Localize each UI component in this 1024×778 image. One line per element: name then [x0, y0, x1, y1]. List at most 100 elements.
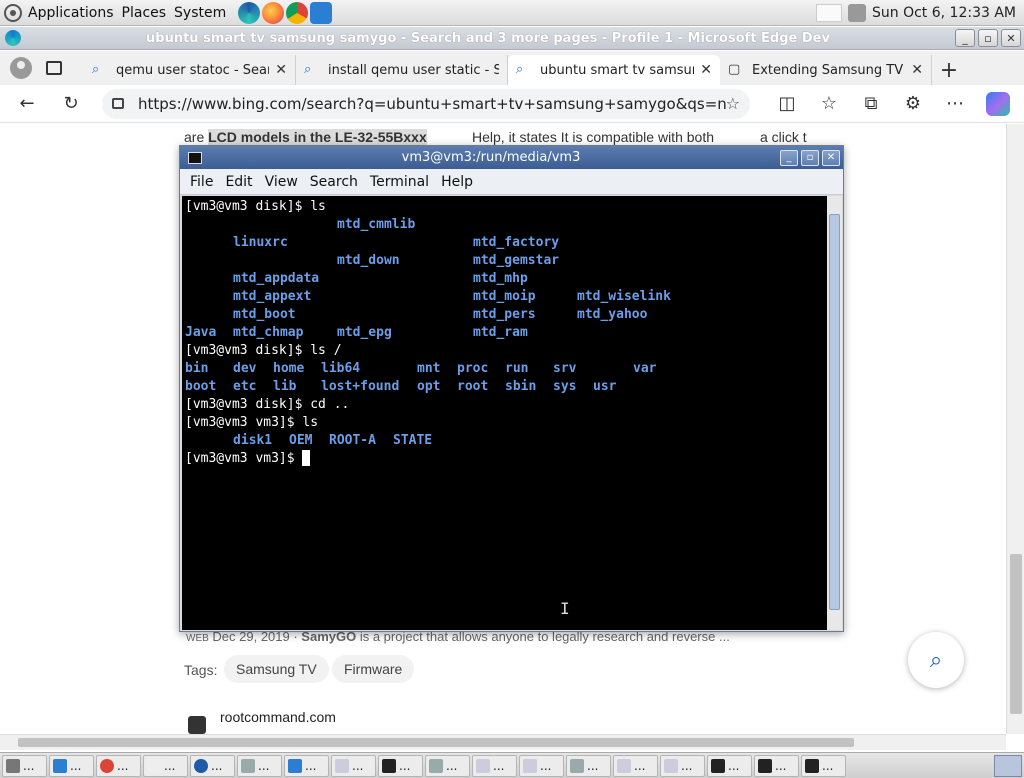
- taskbar-item[interactable]: ...: [331, 754, 376, 777]
- terminal-line: [vm3@vm3 vm3]$ ls: [185, 415, 319, 430]
- edge-icon: [5, 30, 21, 46]
- new-tab-button[interactable]: +: [932, 55, 966, 85]
- tab-qemu-user-statoc[interactable]: ⌕qemu user statoc - Search✕: [84, 55, 296, 85]
- taskbar-item[interactable]: ...: [378, 754, 423, 777]
- floating-search-button[interactable]: ⌕: [908, 632, 964, 688]
- taskbar-item[interactable]: ...: [519, 754, 564, 777]
- taskbar-item[interactable]: ...: [96, 754, 141, 777]
- browser-toolbar: ← ↻ https://www.bing.com/search?q=ubuntu…: [0, 85, 1024, 123]
- taskbar-item[interactable]: ...: [425, 754, 470, 777]
- split-screen-icon[interactable]: ◫: [770, 87, 804, 121]
- taskbar-item[interactable]: ...: [190, 754, 235, 777]
- back-arrow-icon[interactable]: ←: [10, 87, 44, 121]
- tag-firmware[interactable]: Firmware: [332, 655, 415, 683]
- taskbar-item[interactable]: ...: [2, 754, 47, 777]
- terminal-cursor: [302, 450, 311, 466]
- firefox-launcher-icon[interactable]: [262, 1, 285, 24]
- copilot-icon[interactable]: [986, 91, 1010, 116]
- terminal-scrollbar[interactable]: [827, 196, 842, 630]
- terminal-line: mtd_cmmlib: [337, 217, 416, 232]
- terminal-menu-edit[interactable]: Edit: [219, 174, 258, 190]
- taskbar-item[interactable]: ...: [707, 754, 752, 777]
- terminal-screen[interactable]: [vm3@vm3 disk]$ ls mtd_cmmlib linuxrc mt…: [182, 196, 827, 630]
- terminal-menu-search[interactable]: Search: [304, 174, 364, 190]
- terminal-maximize-button[interactable]: ▫: [801, 149, 819, 166]
- terminal-prompt-line: [vm3@vm3 vm3]$: [185, 450, 824, 468]
- terminal-menubar: File Edit View Search Terminal Help: [180, 169, 843, 195]
- tag-samsung-tv[interactable]: Samsung TV: [224, 655, 329, 683]
- terminal-line: linuxrc mtd_factory: [233, 235, 560, 250]
- taskbar-item[interactable]: ...: [472, 754, 517, 777]
- vscode-launcher-icon[interactable]: [310, 1, 333, 24]
- search-icon: ⌕: [304, 62, 312, 77]
- tab-ubuntu-smart-tv[interactable]: ⌕ ubuntu smart tv samsung ✕: [508, 55, 720, 85]
- terminal-minimize-button[interactable]: _: [780, 149, 798, 166]
- terminal-window[interactable]: vm3@vm3:/run/media/vm3 _ ▫ ✕ File Edit V…: [179, 145, 844, 632]
- more-menu-icon[interactable]: ⋯: [938, 87, 972, 121]
- applications-menu[interactable]: Applications: [0, 0, 118, 26]
- next-result-site[interactable]: rootcommand.com: [220, 709, 336, 725]
- close-button[interactable]: ✕: [1001, 29, 1021, 47]
- url-text[interactable]: https://www.bing.com/search?q=ubuntu+sma…: [138, 95, 726, 113]
- places-menu[interactable]: Places: [118, 0, 171, 26]
- close-tab-icon[interactable]: ✕: [911, 62, 923, 78]
- taskbar-item[interactable]: ...: [284, 754, 329, 777]
- minimize-button[interactable]: _: [955, 29, 975, 47]
- tab-install-qemu[interactable]: ⌕ install qemu user static - S: [296, 55, 508, 85]
- terminal-menu-file[interactable]: File: [184, 174, 219, 190]
- terminal-line: [vm3@vm3 disk]$ ls: [185, 199, 326, 214]
- page-horizontal-scrollbar[interactable]: [0, 734, 1006, 750]
- terminal-title-bar[interactable]: vm3@vm3:/run/media/vm3 _ ▫ ✕: [180, 146, 843, 169]
- terminal-line: mtd_appdata mtd_mhp: [233, 271, 528, 286]
- page-hscroll-thumb[interactable]: [18, 738, 854, 747]
- taskbar-item[interactable]: ...: [566, 754, 611, 777]
- edge-dev-launcher-icon[interactable]: [238, 1, 261, 24]
- terminal-menu-terminal[interactable]: Terminal: [364, 174, 435, 190]
- text-cursor-icon: I: [560, 599, 570, 618]
- maximize-button[interactable]: ▫: [978, 29, 998, 47]
- extensions-icon[interactable]: ⚙: [896, 87, 930, 121]
- taskbar-item[interactable]: ...: [754, 754, 799, 777]
- terminal-line: mtd_boot mtd_pers mtd_yahoo: [233, 307, 648, 322]
- taskbar-item[interactable]: ...: [613, 754, 658, 777]
- close-tab-icon[interactable]: ✕: [275, 62, 287, 78]
- collections-icon[interactable]: ⧉: [854, 87, 888, 121]
- snippet-middle: Help, it states It is compatible with bo…: [472, 129, 714, 145]
- page-scroll-thumb[interactable]: [1010, 554, 1022, 714]
- terminal-scroll-thumb[interactable]: [829, 214, 840, 610]
- workspace-switcher[interactable]: [816, 3, 842, 22]
- tab-extending-samsung[interactable]: ▢Extending Samsung TV fea✕: [720, 55, 932, 85]
- terminal-icon: [188, 151, 202, 164]
- taskbar-item[interactable]: ...: [660, 754, 705, 777]
- tab-actions-icon[interactable]: [46, 61, 62, 75]
- close-tab-icon[interactable]: ✕: [700, 62, 712, 78]
- search-icon: ⌕: [929, 647, 943, 673]
- terminal-close-button[interactable]: ✕: [822, 149, 840, 166]
- panel-clock[interactable]: Sun Oct 6, 12:33 AM: [872, 5, 1016, 21]
- address-bar[interactable]: https://www.bing.com/search?q=ubuntu+sma…: [102, 88, 750, 119]
- refresh-icon[interactable]: ↻: [54, 87, 88, 121]
- taskbar-item[interactable]: ...: [49, 754, 94, 777]
- bottom-taskbar: ... ... ... ... ... ... ... ... ... ... …: [0, 752, 1024, 778]
- terminal-line: mtd_appext mtd_moip mtd_wiselink: [233, 289, 671, 304]
- terminal-line: mtd_down mtd_gemstar: [337, 253, 560, 268]
- terminal-menu-view[interactable]: View: [259, 174, 304, 190]
- taskbar-item[interactable]: ...: [143, 754, 188, 777]
- top-panel: Applications Places System Sun Oct 6, 12…: [0, 0, 1024, 26]
- taskbar-item[interactable]: ...: [801, 754, 846, 777]
- page-vertical-scrollbar[interactable]: [1006, 124, 1024, 734]
- volume-icon[interactable]: [848, 3, 866, 22]
- lock-icon[interactable]: [112, 98, 124, 109]
- panel-launchers: [238, 1, 333, 24]
- workspace-switcher[interactable]: [994, 754, 1022, 777]
- terminal-line: boot etc lib lost+found opt root sbin sy…: [185, 379, 617, 394]
- system-menu[interactable]: System: [170, 0, 230, 26]
- browser-title-bar: ubuntu smart tv samsung samygo - Search …: [0, 27, 1024, 50]
- favorites-icon[interactable]: ☆: [812, 87, 846, 121]
- chrome-launcher-icon[interactable]: [286, 1, 309, 24]
- terminal-menu-help[interactable]: Help: [435, 174, 479, 190]
- profile-avatar-icon[interactable]: [10, 57, 32, 79]
- favorite-star-icon[interactable]: ☆: [726, 94, 740, 113]
- taskbar-item[interactable]: ...: [237, 754, 282, 777]
- snippet-left: are LCD models in the LE-32-55Bxxx: [184, 129, 427, 145]
